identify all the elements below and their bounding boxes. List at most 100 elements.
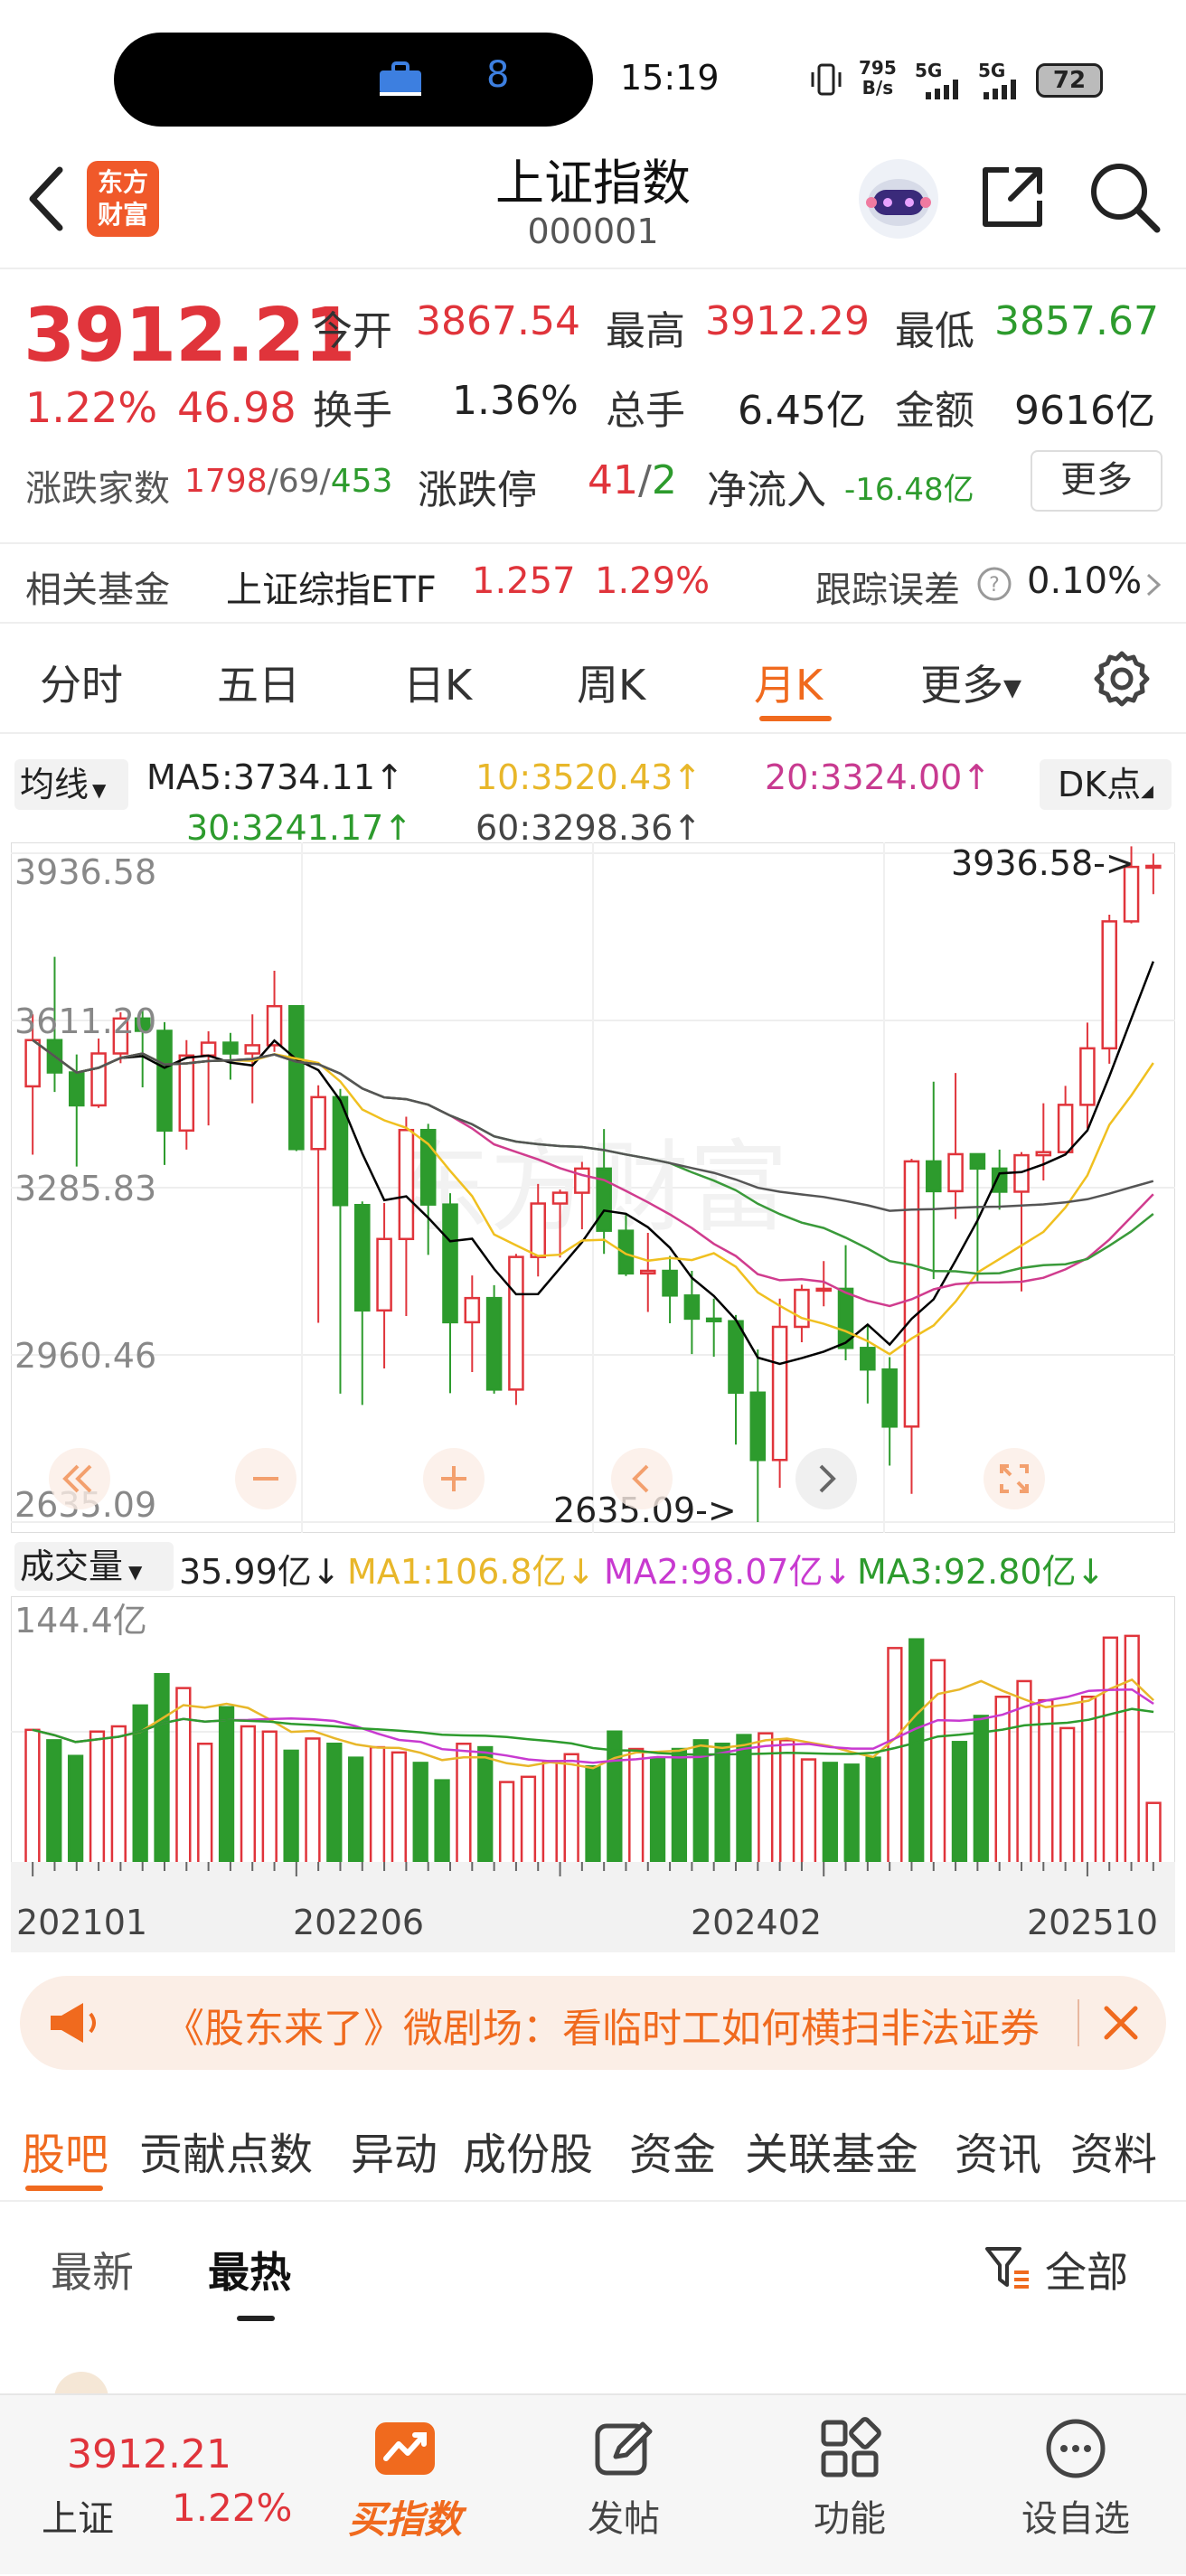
candle-body [860, 1347, 876, 1371]
battery-icon: 72 [1036, 63, 1103, 98]
volume-bar [1102, 1636, 1119, 1867]
limit-down-count: 2 [651, 457, 677, 503]
volume-bar [240, 1725, 257, 1867]
candle-body [90, 1052, 107, 1107]
tab-guba[interactable]: 股吧 [22, 2119, 108, 2182]
volume-label: 总手 [606, 388, 685, 434]
dynamic-island[interactable]: 8 [114, 33, 593, 127]
search-icon[interactable] [1087, 159, 1162, 235]
tab-related-funds[interactable]: 关联基金 [745, 2119, 918, 2182]
ma-selector[interactable]: 均线 ▼ [14, 759, 128, 810]
tab-more-label: 更多 [920, 661, 1003, 710]
low-label: 最低 [895, 308, 974, 354]
mini-percent: 1.22% [172, 2486, 293, 2530]
tracking-error-value: 0.10% [1027, 560, 1143, 602]
volume-bar [520, 1775, 537, 1867]
scroll-right-button[interactable] [790, 1443, 862, 1515]
tab-contribution[interactable]: 贡献点数 [139, 2119, 313, 2182]
buy-index-label: 买指数 [347, 2497, 462, 2542]
fullscreen-button[interactable] [978, 1443, 1050, 1515]
volume-bar [994, 1696, 1011, 1867]
limit-up-count: 41 [588, 457, 638, 503]
index-quote-mini[interactable]: 3912.21 上证 1.22% [0, 2395, 298, 2576]
settings-gear-icon[interactable] [1092, 649, 1152, 709]
robot-assistant-icon[interactable] [855, 155, 942, 242]
quote-panel: 3912.21 1.22% 46.98 今开 3867.54 最高 3912.2… [0, 271, 1186, 542]
active-tab-indicator [759, 716, 832, 721]
kline-chart[interactable]: 东方财富 3936.583611.203285.832960.462635.09… [10, 841, 1176, 1534]
edit-icon [595, 2421, 653, 2476]
volume-chart[interactable]: 144.4亿 [10, 1595, 1176, 1900]
tab-daily-k[interactable]: 日K [403, 653, 472, 712]
net-speed: 795 [859, 57, 897, 79]
volume-bar [607, 1730, 623, 1867]
vol-ma3: MA3:92.80亿↓ [857, 1552, 1106, 1592]
fund-price: 1.257 [472, 560, 576, 602]
post-button[interactable]: 发帖 [542, 2395, 705, 2576]
tab-monthly-k[interactable]: 月K [754, 653, 823, 712]
candle-body [398, 1128, 415, 1241]
related-fund-row[interactable]: 相关基金 上证综指ETF 1.257 1.29% 跟踪误差 ? 0.10% [0, 542, 1186, 624]
turnover-value: 1.36% [452, 378, 579, 424]
sort-latest[interactable]: 最新 [51, 2240, 134, 2299]
filter-icon[interactable] [984, 2243, 1032, 2292]
close-icon[interactable] [1101, 2003, 1141, 2043]
grid-icon [821, 2417, 881, 2477]
volume-bar [908, 1638, 925, 1867]
tab-five-day[interactable]: 五日 [217, 653, 300, 712]
volume-bar [326, 1742, 343, 1867]
zoom-in-button[interactable] [418, 1443, 490, 1515]
breadth-label: 涨跌家数 [25, 468, 170, 510]
indicator-selector[interactable]: 成交量 ▼ [14, 1542, 174, 1591]
sort-row: 最新 最热 全部 [0, 2204, 1186, 2399]
filter-all[interactable]: 全部 [1045, 2240, 1128, 2299]
tab-profile[interactable]: 资料 [1070, 2119, 1157, 2182]
functions-button[interactable]: 功能 [768, 2395, 931, 2576]
add-watchlist-button[interactable]: 设自选 [994, 2395, 1157, 2576]
help-icon[interactable]: ? [976, 566, 1012, 602]
trend-up-icon [375, 2422, 435, 2475]
back-arrow-icon[interactable] [24, 163, 69, 235]
tab-capital[interactable]: 资金 [629, 2119, 716, 2182]
candle [288, 1004, 305, 1152]
fast-back-button[interactable] [43, 1443, 116, 1515]
megaphone-icon [51, 2003, 96, 2043]
candle-body [705, 1317, 722, 1322]
tab-movement[interactable]: 异动 [351, 2119, 438, 2182]
tab-news[interactable]: 资讯 [955, 2119, 1041, 2182]
turnover-label: 换手 [313, 388, 392, 434]
logo-text-top: 东方 [97, 167, 148, 197]
change-value: 46.98 [177, 383, 296, 432]
mini-name: 上证 [42, 2498, 114, 2540]
tab-more[interactable]: 更多▼ [920, 653, 1021, 712]
scroll-left-button[interactable] [606, 1443, 678, 1515]
candle-body [794, 1288, 810, 1329]
announcement-banner[interactable]: 《股东来了》微剧场：看临时工如何横扫非法证券 [20, 1976, 1166, 2070]
amount-label: 金额 [895, 388, 974, 434]
volume-bar [929, 1659, 946, 1867]
candle-body [156, 1029, 173, 1133]
candle-body [310, 1095, 326, 1151]
time-axis: 202101 202206 202402 202510 [11, 1862, 1175, 1952]
logo-text-bottom: 财富 [97, 200, 148, 230]
zoom-out-button[interactable] [230, 1443, 302, 1515]
app-logo[interactable]: 东方 财富 [87, 161, 159, 237]
inflow-value: -16.48亿 [844, 472, 974, 508]
volume-bar [951, 1741, 968, 1867]
dk-point-button[interactable]: DK点◢ [1040, 759, 1172, 810]
volume-bar [369, 1745, 386, 1867]
tab-weekly-k[interactable]: 周K [577, 653, 645, 712]
volume-bar [1124, 1634, 1140, 1867]
more-button[interactable]: 更多 [1031, 450, 1162, 512]
y-tick-label: 3936.58 [14, 852, 156, 892]
tab-intraday[interactable]: 分时 [40, 653, 123, 712]
volume-svg: 144.4亿 [10, 1595, 1176, 1868]
ma20-value: 20:3324.00↑ [765, 757, 992, 797]
fund-name[interactable]: 上证综指ETF [226, 560, 437, 613]
low-value: 3857.67 [994, 298, 1159, 344]
candle-body [1145, 864, 1162, 870]
share-icon[interactable] [976, 161, 1049, 233]
buy-index-button[interactable]: 买指数 [324, 2395, 486, 2576]
sort-hot[interactable]: 最热 [208, 2240, 291, 2299]
tab-constituents[interactable]: 成份股 [463, 2119, 593, 2182]
